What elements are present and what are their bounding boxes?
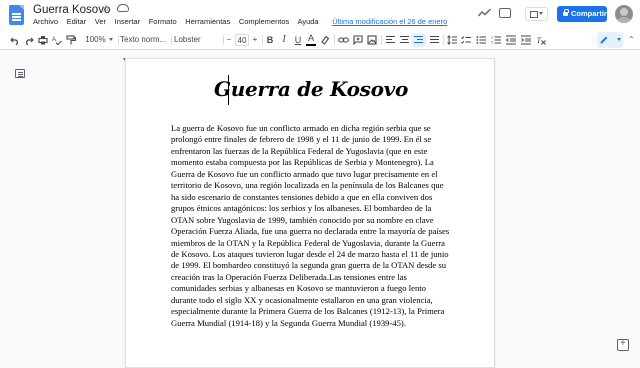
zoom-select[interactable]: 100% <box>84 30 114 50</box>
bold-button[interactable]: B <box>265 30 275 50</box>
chevron-up-icon[interactable]: ⌃ <box>628 35 635 44</box>
align-center-icon[interactable] <box>400 36 409 44</box>
menu-insertar[interactable]: Insertar <box>115 17 140 26</box>
share-label: Compartir <box>571 9 607 18</box>
clear-formatting-icon[interactable]: T <box>536 35 546 45</box>
document-outline-icon[interactable] <box>15 69 25 78</box>
meet-present-button[interactable] <box>525 7 548 21</box>
print-icon[interactable] <box>38 35 48 45</box>
numbered-list-icon[interactable]: 1 2 <box>491 35 501 45</box>
svg-text:2: 2 <box>491 41 493 45</box>
bulleted-list-icon[interactable] <box>476 35 486 45</box>
decrease-indent-icon[interactable] <box>506 35 516 45</box>
document-body-paragraph[interactable]: La guerra de Kosovo fue un conflicto arm… <box>171 123 453 329</box>
last-edit-link[interactable]: Última modificación el 26 de enero <box>332 17 447 26</box>
lock-icon <box>563 9 569 16</box>
align-left-icon[interactable] <box>386 36 395 44</box>
editing-mode-button[interactable] <box>597 32 623 48</box>
redo-icon[interactable] <box>24 35 34 45</box>
star-icon[interactable]: ☆ <box>101 2 111 15</box>
avatar[interactable] <box>615 5 633 23</box>
menu-archivo[interactable]: Archivo <box>33 17 58 26</box>
style-select[interactable]: Texto norm... <box>120 30 170 62</box>
align-justify-icon[interactable] <box>430 36 439 44</box>
increase-indent-icon[interactable] <box>521 35 531 45</box>
undo-icon[interactable] <box>10 35 20 45</box>
checklist-icon[interactable] <box>461 35 471 45</box>
toolbar: A 100% Texto norm... Lobster − 40 + B I … <box>0 30 640 62</box>
highlight-color-icon[interactable] <box>320 35 330 45</box>
paint-format-icon[interactable] <box>66 35 76 45</box>
cloud-status-icon[interactable] <box>117 4 129 12</box>
menu-herramientas[interactable]: Herramientas <box>185 17 230 26</box>
menu-editar[interactable]: Editar <box>67 17 87 26</box>
title-bar: Guerra Kosovo ☆ Archivo Editar Ver Inser… <box>0 0 640 30</box>
docs-logo-icon[interactable] <box>9 5 24 25</box>
line-spacing-icon[interactable] <box>447 35 457 45</box>
align-right-icon <box>414 36 423 44</box>
font-size-input[interactable]: 40 <box>235 34 249 46</box>
font-value: Lobster <box>174 35 201 44</box>
spellcheck-icon[interactable]: A <box>52 35 62 45</box>
menu-complementos[interactable]: Complementos <box>239 17 289 26</box>
text-color-button[interactable]: A <box>306 32 316 46</box>
font-select[interactable]: Lobster <box>174 30 216 62</box>
document-page[interactable]: Guerra de Kosovo La guerra de Kosovo fue… <box>125 58 495 368</box>
insert-link-icon[interactable] <box>338 35 349 45</box>
menu-bar: Archivo Editar Ver Insertar Formato Herr… <box>33 17 454 26</box>
underline-button[interactable]: U <box>293 30 303 50</box>
italic-button[interactable]: I <box>279 30 289 50</box>
zoom-value: 100% <box>85 35 106 44</box>
svg-text:T: T <box>537 36 542 45</box>
activity-dashboard-icon[interactable] <box>478 8 491 17</box>
style-value: Texto norm... <box>120 35 167 44</box>
insert-image-icon[interactable] <box>367 35 377 45</box>
share-button[interactable]: Compartir <box>557 6 607 22</box>
font-size-increase-button[interactable]: + <box>251 30 259 50</box>
document-heading[interactable]: Guerra de Kosovo <box>126 77 496 101</box>
pencil-icon <box>600 36 608 44</box>
document-title[interactable]: Guerra Kosovo <box>33 4 110 16</box>
svg-text:1: 1 <box>491 36 493 40</box>
menu-ayuda[interactable]: Ayuda <box>297 17 318 26</box>
add-comment-icon[interactable] <box>353 35 363 45</box>
comments-icon[interactable] <box>499 8 511 18</box>
menu-ver[interactable]: Ver <box>95 17 106 26</box>
explore-button[interactable] <box>617 338 629 351</box>
menu-formato[interactable]: Formato <box>149 17 177 26</box>
svg-text:A: A <box>52 37 56 43</box>
scrollbar[interactable] <box>630 51 640 360</box>
font-size-decrease-button[interactable]: − <box>225 30 233 50</box>
